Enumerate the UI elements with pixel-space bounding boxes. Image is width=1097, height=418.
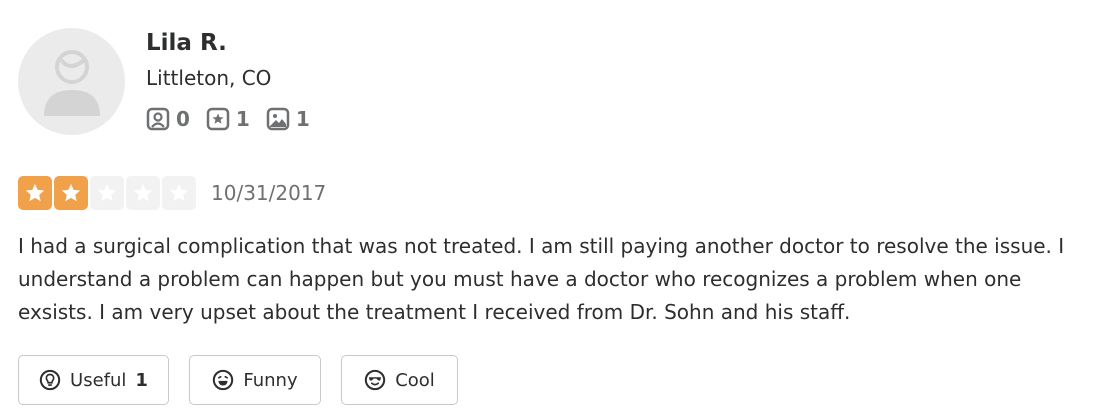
review-rating-row: 10/31/2017 xyxy=(18,176,326,210)
cool-label: Cool xyxy=(395,369,435,391)
star-icon xyxy=(90,176,124,210)
avatar[interactable] xyxy=(18,28,125,135)
funny-label: Funny xyxy=(243,369,298,391)
star-icon xyxy=(54,176,88,210)
useful-count: 1 xyxy=(135,369,148,391)
friends-count: 0 xyxy=(176,107,190,131)
photos-stat: 1 xyxy=(266,107,310,131)
friends-stat: 0 xyxy=(146,107,190,131)
useful-label: Useful xyxy=(70,369,127,391)
star-icon xyxy=(18,176,52,210)
useful-button[interactable]: Useful 1 xyxy=(18,355,169,405)
user-stats: 0 1 1 xyxy=(146,107,310,131)
reviews-count: 1 xyxy=(235,107,250,131)
review-text: I had a surgical complication that was n… xyxy=(18,234,1065,324)
friends-icon xyxy=(146,107,170,131)
star-rating xyxy=(18,176,196,210)
sunglasses-face-icon xyxy=(365,369,386,391)
laughing-face-icon xyxy=(213,369,234,391)
user-location: Littleton, CO xyxy=(146,66,272,90)
star-icon xyxy=(126,176,160,210)
photos-count: 1 xyxy=(295,107,310,131)
reviews-stat: 1 xyxy=(206,107,250,131)
cool-button[interactable]: Cool xyxy=(341,355,458,405)
review-date: 10/31/2017 xyxy=(211,181,327,205)
star-icon xyxy=(162,176,196,210)
default-user-icon xyxy=(43,49,100,116)
funny-button[interactable]: Funny xyxy=(189,355,321,405)
lightbulb-icon xyxy=(39,369,61,391)
photo-icon xyxy=(266,107,290,131)
review-star-icon xyxy=(206,107,230,131)
user-name[interactable]: Lila R. xyxy=(146,30,227,56)
